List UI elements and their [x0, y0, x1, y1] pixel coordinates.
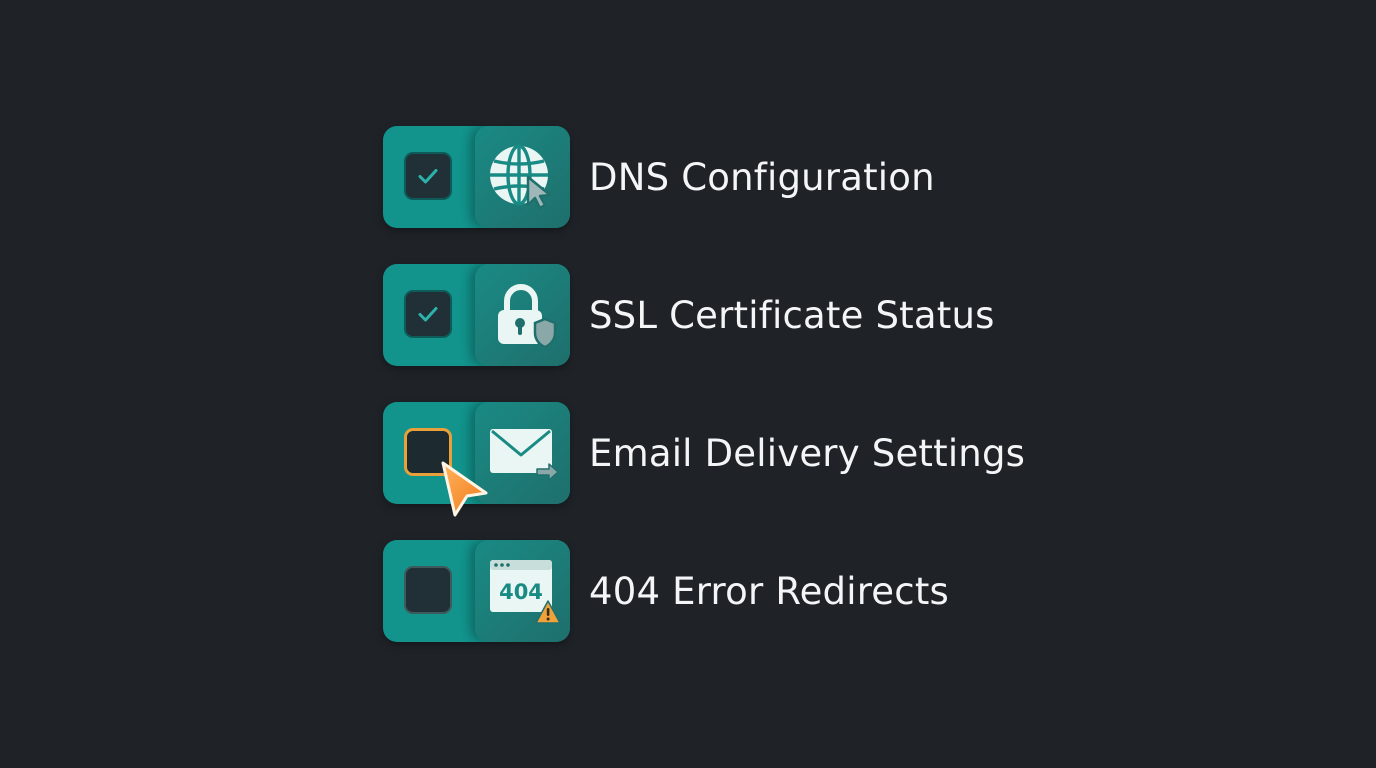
icon-panel [475, 126, 570, 228]
checkbox-ssl[interactable] [404, 290, 452, 338]
padlock-shield-icon [498, 284, 557, 349]
check-mark-icon [418, 307, 438, 322]
item-tile[interactable] [383, 126, 570, 228]
checkbox-404[interactable] [404, 566, 452, 614]
error-code-text: 404 [499, 580, 543, 604]
checklist-item-ssl[interactable]: SSL Certificate Status [383, 264, 1023, 366]
checklist-item-dns[interactable]: DNS Configuration [383, 126, 1023, 228]
item-tile[interactable]: 404 [383, 540, 570, 642]
checklist-item-404[interactable]: 404 404 Error Redirects [383, 540, 1023, 642]
item-label: DNS Configuration [589, 155, 935, 199]
icon-panel: 404 [475, 540, 570, 642]
check-mark-icon [418, 169, 438, 184]
browser-404-warning-icon: 404 [490, 560, 561, 624]
checklist: DNS Configuration SSL Certificate Status [383, 126, 1026, 678]
orange-pointer-cursor-icon [441, 461, 488, 517]
item-label: Email Delivery Settings [589, 431, 1026, 475]
item-label: 404 Error Redirects [589, 569, 949, 613]
icon-panel [475, 264, 570, 366]
checkbox-dns[interactable] [404, 152, 452, 200]
item-label: SSL Certificate Status [589, 293, 995, 337]
globe-cursor-icon [490, 144, 552, 210]
item-tile[interactable] [383, 264, 570, 366]
envelope-forward-icon [490, 429, 559, 481]
